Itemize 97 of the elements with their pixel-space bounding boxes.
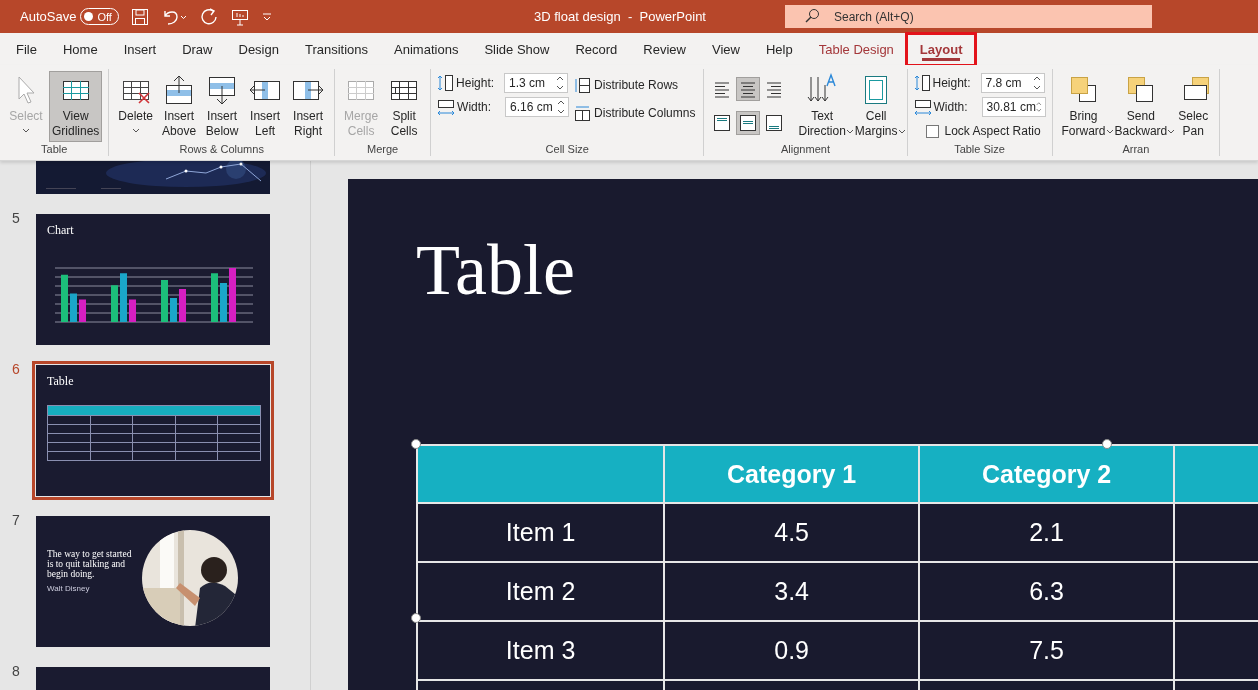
search-field[interactable]: Search (Alt+Q) [785, 5, 1152, 28]
table-header-cell: Category 1 [664, 445, 920, 503]
slide-number: 6 [12, 361, 20, 377]
thumbnail-title: Table [47, 374, 74, 389]
vertical-align-icon [739, 114, 758, 132]
customize-caret-icon[interactable] [260, 10, 273, 23]
ribbon-button[interactable]: Send Backward [1111, 71, 1171, 142]
slide-thumbnail[interactable]: Chart [36, 214, 270, 345]
text-align-icon [713, 80, 732, 98]
quote-text: The way to get started is to quit talking and begin doing. [47, 549, 133, 579]
table-header-cell: Category 2 [919, 445, 1174, 503]
text-align-icon [739, 80, 758, 98]
ribbon-tab[interactable]: Design [228, 36, 289, 62]
ribbon-button[interactable]: Delete [115, 71, 157, 136]
ribbon-tab[interactable]: Table Design [808, 36, 904, 62]
group-label: Rows & Columns [179, 143, 264, 156]
redo-icon[interactable] [198, 6, 219, 27]
ribbon-tab[interactable]: View [702, 36, 750, 62]
column-width-icon [913, 98, 932, 116]
ribbon-button[interactable]: Insert Right [288, 71, 329, 142]
spinner-icon [1032, 75, 1041, 91]
distribute-columns-icon [574, 104, 592, 122]
slide-thumbnail[interactable]: Table [36, 365, 270, 496]
spinner-icon [556, 75, 565, 91]
thumbnail-title: Chart [47, 223, 74, 238]
row-height-icon [913, 74, 931, 92]
group-label: Table Size [954, 143, 1005, 156]
text-align-icon [765, 80, 784, 98]
align-button[interactable] [736, 77, 761, 101]
ribbon-tab[interactable]: Slide Show [474, 36, 560, 62]
ribbon-tab[interactable]: File [6, 36, 47, 62]
quote-author: Walt Disney [47, 584, 91, 593]
table-cell: Item 2 [417, 562, 665, 621]
ribbon-button[interactable]: Distribute Columns [572, 101, 698, 125]
ribbon-button[interactable]: Bring Forward [1058, 71, 1109, 142]
group-label: Merge [367, 143, 399, 156]
ribbon-button[interactable]: Distribute Rows [572, 73, 698, 97]
spin-field[interactable]: 6.16 cm [505, 97, 570, 117]
ribbon-button[interactable]: Split Cells [384, 71, 425, 142]
ribbon-button[interactable]: Insert Below [202, 71, 243, 142]
spinner-icon [1035, 99, 1042, 115]
table-cell: 7.5 [919, 621, 1174, 680]
resize-handle[interactable] [1102, 439, 1112, 449]
vertical-align-icon [713, 114, 732, 132]
group-label: Table [41, 143, 68, 156]
spin-field[interactable]: 1.3 cm [504, 73, 569, 93]
slide-thumbnail[interactable]: The way to get started is to quit talking and begin doing. Walt Disney [36, 516, 270, 647]
ribbon-button[interactable]: View Gridlines [49, 71, 103, 142]
field-label: Height: [456, 76, 496, 90]
ribbon-tab[interactable]: Home [52, 36, 108, 62]
ribbon-tab[interactable]: Draw [172, 36, 223, 62]
slide-number: 5 [12, 210, 20, 226]
table-cell: 2.1 [919, 503, 1174, 562]
spin-field[interactable]: 7.8 cm [980, 73, 1045, 93]
table-cell: Item 1 [417, 503, 665, 562]
ribbon-button[interactable]: Insert Above [159, 71, 200, 142]
ribbon-button[interactable]: Selec Pan [1173, 71, 1214, 142]
column-width-icon [437, 98, 456, 116]
ribbon-button[interactable]: Cell Margins [851, 71, 901, 142]
save-icon[interactable] [130, 7, 149, 26]
ribbon-tab[interactable]: Help [755, 36, 803, 62]
group-label: Alignment [781, 143, 830, 156]
table-cell: Item 3 [417, 621, 665, 680]
group-label: Cell Size [545, 143, 589, 156]
slide-number: 8 [12, 663, 20, 679]
ribbon-tab[interactable]: Record [565, 36, 628, 62]
data-table[interactable]: Category 1 Category 2 Item 1 4.5 2.1 Item 2 3.4 6.3 Item 3 0.9 7.5 [416, 444, 1258, 690]
ribbon-tab[interactable]: Insert [113, 36, 167, 62]
spin-field[interactable]: 30.81 cm [981, 97, 1046, 117]
checkbox-label: Lock Aspect Ratio [944, 124, 1041, 138]
ribbon-tab[interactable]: Animations [384, 36, 469, 62]
checkbox[interactable] [925, 124, 939, 138]
row-height-icon [437, 74, 455, 92]
vertical-align-icon [765, 114, 784, 132]
field-label: Height: [932, 76, 972, 90]
table-cell: 6.3 [919, 562, 1174, 621]
ribbon-tab[interactable]: Transitions [294, 36, 379, 62]
field-label: Width: [457, 100, 493, 114]
autosave-label: AutoSave [20, 9, 77, 24]
presenter-icon[interactable] [230, 7, 249, 26]
resize-handle[interactable] [411, 439, 421, 449]
resize-handle[interactable] [411, 613, 421, 623]
distribute-rows-icon [574, 76, 592, 94]
slide-title: Table [416, 234, 576, 312]
ribbon-button[interactable]: Text Direction [795, 71, 849, 142]
table-cell: 4.5 [664, 503, 920, 562]
search-icon [804, 8, 820, 24]
table-cell: 0.9 [664, 621, 920, 680]
align-button[interactable] [736, 111, 761, 135]
table-cell: 3.4 [664, 562, 920, 621]
slide-number: 7 [12, 512, 20, 528]
ribbon-button[interactable]: Insert Left [245, 71, 286, 142]
group-label: Arran [1122, 143, 1150, 156]
field-label: Width: [933, 100, 969, 114]
spinner-icon [557, 99, 566, 115]
ribbon-tab[interactable]: Review [633, 36, 696, 62]
window-title: 3D float design - PowerPoint [533, 9, 707, 24]
